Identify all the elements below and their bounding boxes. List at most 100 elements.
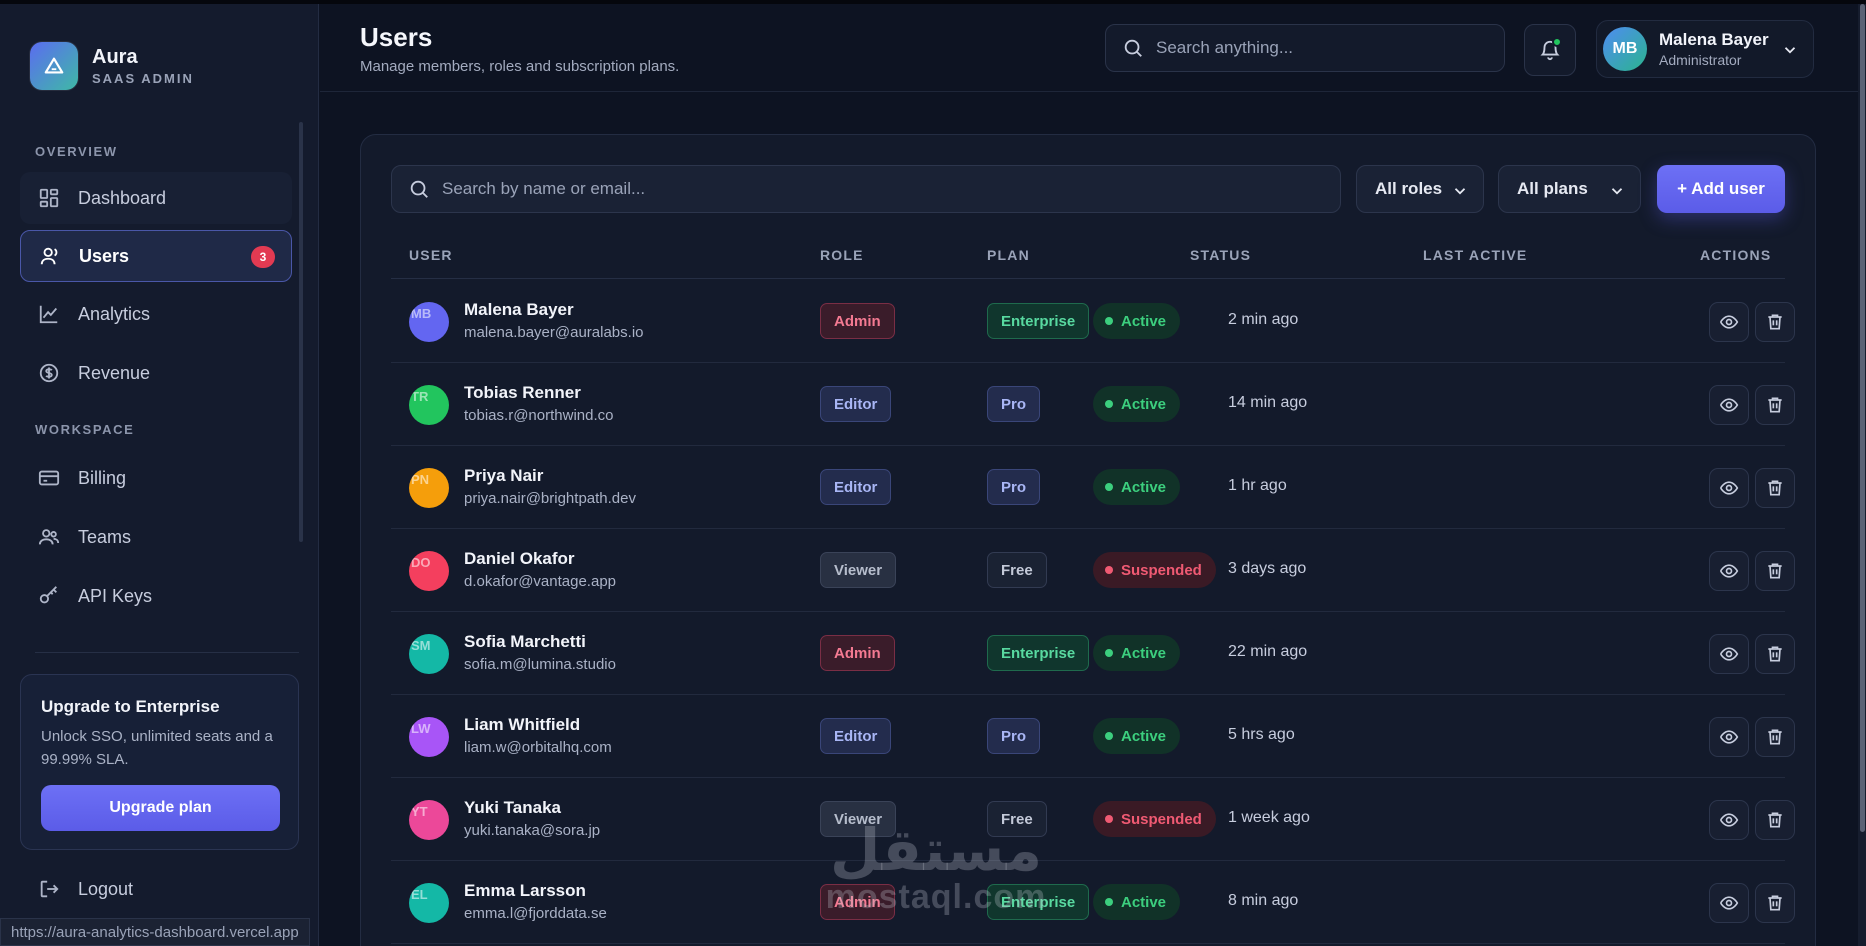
- last-active: 22 min ago: [1228, 643, 1308, 660]
- delete-user-button[interactable]: [1755, 468, 1795, 508]
- avatar: PN: [409, 468, 449, 508]
- user-search[interactable]: [391, 165, 1341, 213]
- view-user-button[interactable]: [1709, 634, 1749, 674]
- profile-role: Administrator: [1659, 52, 1742, 68]
- notifications-button[interactable]: [1524, 24, 1576, 76]
- avatar: DO: [409, 551, 449, 591]
- user-icon: [40, 247, 58, 265]
- user-email: liam.w@orbitalhq.com: [464, 739, 612, 756]
- brand-subtitle: SAAS ADMIN: [92, 71, 194, 86]
- table-row[interactable]: PN Priya Nair priya.nair@brightpath.dev Edi…: [391, 446, 1795, 529]
- delete-user-button[interactable]: [1755, 634, 1795, 674]
- status-dot: [1105, 649, 1113, 657]
- trash-icon: [1768, 812, 1782, 828]
- plan-badge: Free: [987, 552, 1047, 588]
- sidebar-scrollbar[interactable]: [299, 122, 303, 542]
- table-row[interactable]: YT Yuki Tanaka yuki.tanaka@sora.jp Viewer Fr…: [391, 778, 1795, 861]
- brand-name: Aura: [92, 46, 138, 68]
- eye-icon: [1719, 481, 1739, 495]
- status-label: Active: [1121, 727, 1167, 745]
- table-row[interactable]: LW Liam Whitfield liam.w@orbitalhq.com Edit…: [391, 695, 1795, 778]
- plan-badge: Pro: [987, 718, 1041, 754]
- page-header: Users Manage members, roles and subscrip…: [320, 4, 1858, 92]
- team-icon: [38, 529, 60, 545]
- view-user-button[interactable]: [1709, 717, 1749, 757]
- role-badge: Admin: [820, 303, 895, 339]
- sidebar-item-api-keys[interactable]: API Keys: [20, 570, 292, 622]
- delete-user-button[interactable]: [1755, 717, 1795, 757]
- logout-icon: [40, 880, 59, 898]
- watermark-arabic: مستقل: [829, 816, 1043, 884]
- trash-icon: [1768, 895, 1782, 911]
- chart-line-icon: [39, 305, 58, 324]
- sidebar-item-label: Dashboard: [78, 187, 167, 208]
- avatar: LW: [409, 717, 449, 757]
- logout-button[interactable]: Logout: [38, 878, 133, 900]
- section-label-overview: OVERVIEW: [35, 144, 118, 159]
- upgrade-plan-button[interactable]: Upgrade plan: [41, 785, 280, 831]
- delete-user-button[interactable]: [1755, 883, 1795, 923]
- eye-icon: [1719, 315, 1739, 329]
- column-header-plan: PLAN: [987, 247, 1030, 263]
- sidebar-item-revenue[interactable]: Revenue: [20, 347, 292, 399]
- status-dot: [1105, 898, 1113, 906]
- view-user-button[interactable]: [1709, 302, 1749, 342]
- delete-user-button[interactable]: [1755, 385, 1795, 425]
- eye-icon: [1719, 398, 1739, 412]
- roles-filter-select[interactable]: All roles: [1356, 165, 1484, 213]
- sidebar-item-users[interactable]: Users 3: [20, 230, 292, 282]
- avatar: EL: [409, 883, 449, 923]
- user-email: malena.bayer@auralabs.io: [464, 324, 644, 341]
- sidebar: Aura SAAS ADMIN OVERVIEW Dashboard Users…: [0, 4, 319, 946]
- status-label: Active: [1121, 644, 1167, 662]
- plan-badge: Enterprise: [987, 303, 1090, 339]
- last-active: 14 min ago: [1228, 394, 1308, 411]
- brand[interactable]: Aura SAAS ADMIN: [30, 42, 194, 90]
- delete-user-button[interactable]: [1755, 302, 1795, 342]
- view-user-button[interactable]: [1709, 385, 1749, 425]
- table-row[interactable]: SM Sofia Marchetti sofia.m@lumina.studio Ad…: [391, 612, 1795, 695]
- user-name: Liam Whitfield: [464, 715, 581, 734]
- delete-user-button[interactable]: [1755, 800, 1795, 840]
- table-row[interactable]: DO Daniel Okafor d.okafor@vantage.app Viewe…: [391, 529, 1795, 612]
- delete-user-button[interactable]: [1755, 551, 1795, 591]
- key-icon: [39, 586, 57, 604]
- table-row[interactable]: EL Emma Larsson emma.l@fjorddata.se Admin En…: [391, 861, 1795, 944]
- sidebar-item-analytics[interactable]: Analytics: [20, 288, 292, 340]
- view-user-button[interactable]: [1709, 551, 1749, 591]
- chevron-down-icon: [1611, 188, 1623, 195]
- last-active: 5 hrs ago: [1228, 726, 1295, 743]
- status-badge: Active: [1093, 718, 1181, 754]
- profile-menu[interactable]: MB Malena Bayer Administrator: [1596, 20, 1814, 78]
- upgrade-text: Unlock SSO, unlimited seats and a 99.99%…: [41, 728, 273, 768]
- user-name: Sofia Marchetti: [464, 632, 586, 651]
- aura-logo-icon: [30, 42, 78, 90]
- last-active: 1 hr ago: [1228, 477, 1287, 494]
- global-search[interactable]: [1105, 24, 1505, 72]
- eye-icon: [1719, 813, 1739, 827]
- table-row[interactable]: TR Tobias Renner tobias.r@northwind.co Edit…: [391, 363, 1795, 446]
- user-search-input[interactable]: [442, 179, 1322, 199]
- sidebar-item-dashboard[interactable]: Dashboard: [20, 172, 292, 224]
- plans-filter-select[interactable]: All plans: [1498, 165, 1641, 213]
- add-user-button[interactable]: + Add user: [1657, 165, 1785, 213]
- sidebar-item-billing[interactable]: Billing: [20, 452, 292, 504]
- global-search-input[interactable]: [1156, 38, 1476, 58]
- user-name: Malena Bayer: [464, 300, 574, 319]
- sidebar-item-teams[interactable]: Teams: [20, 511, 292, 563]
- column-header-actions: ACTIONS: [1700, 247, 1772, 263]
- upgrade-card: Upgrade to Enterprise Unlock SSO, unlimi…: [20, 674, 299, 850]
- user-email: tobias.r@northwind.co: [464, 407, 614, 424]
- trash-icon: [1768, 314, 1782, 330]
- last-active: 3 days ago: [1228, 560, 1307, 577]
- view-user-button[interactable]: [1709, 883, 1749, 923]
- sidebar-item-label: Billing: [78, 467, 127, 488]
- view-user-button[interactable]: [1709, 800, 1749, 840]
- column-header-user: USER: [409, 247, 453, 263]
- credit-card-icon: [38, 470, 60, 486]
- page-scrollbar-thumb[interactable]: [1860, 4, 1865, 832]
- column-header-status: STATUS: [1190, 247, 1252, 263]
- view-user-button[interactable]: [1709, 468, 1749, 508]
- status-label: Suspended: [1121, 810, 1202, 828]
- table-row[interactable]: MB Malena Bayer malena.bayer@auralabs.io Ad…: [391, 280, 1795, 363]
